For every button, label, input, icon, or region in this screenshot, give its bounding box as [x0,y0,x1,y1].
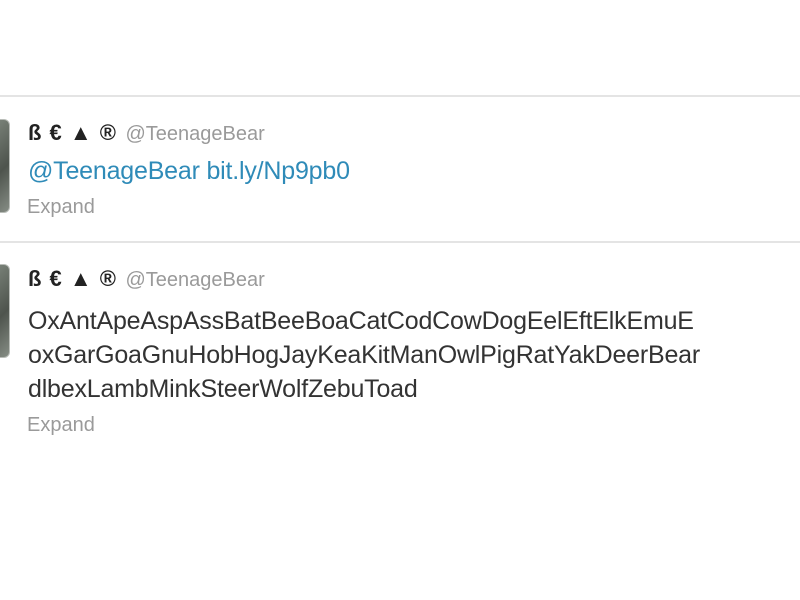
tweet-divider [0,95,800,97]
tweet-text-line: oxGarGoaGnuHobHogJayKeaKitManOwlPigRatYa… [28,341,701,369]
tweet-text: @TeenageBear bit.ly/Np9pb0 [28,154,350,188]
user-handle[interactable]: @TeenageBear [125,123,264,145]
mention-link[interactable]: @TeenageBear [28,157,200,185]
tweet[interactable]: ß € ▲ ® @TeenageBear OxAntApeAspAssBatBe… [0,244,800,464]
avatar[interactable] [0,119,10,213]
tweet-text-line: OxAntApeAspAssBatBeeBoaCatCodCowDogEelEf… [28,307,694,335]
tweet-header: ß € ▲ ® @TeenageBear [28,120,265,149]
user-fullname[interactable]: ß € ▲ ® [28,266,117,291]
tweet-text-line: dlbexLambMinkSteerWolfZebuToad [28,375,418,403]
expand-link[interactable]: Expand [27,196,95,219]
tweet-header: ß € ▲ ® @TeenageBear [28,266,265,295]
user-handle[interactable]: @TeenageBear [125,269,264,291]
tweet[interactable]: ß € ▲ ® @TeenageBear @TeenageBear bit.ly… [0,98,800,240]
expand-link[interactable]: Expand [27,414,95,437]
tweet-text: OxAntApeAspAssBatBeeBoaCatCodCowDogEelEf… [28,304,800,406]
tweet-divider [0,241,800,243]
avatar[interactable] [0,264,10,358]
url-link[interactable]: bit.ly/Np9pb0 [206,157,350,185]
timeline: ß € ▲ ® @TeenageBear @TeenageBear bit.ly… [0,0,800,600]
user-fullname[interactable]: ß € ▲ ® [28,120,117,145]
